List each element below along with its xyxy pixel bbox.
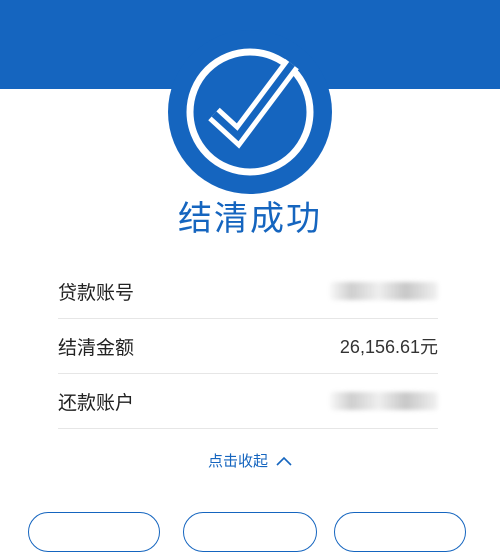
detail-row-repayment-account: 还款账户 — [58, 374, 438, 429]
collapse-label: 点击收起 — [207, 452, 268, 470]
success-badge — [168, 30, 332, 194]
detail-label: 还款账户 — [58, 391, 135, 414]
masked-loan-account-value — [330, 282, 438, 300]
settled-amount-value: 26,156.61元 — [339, 337, 438, 357]
action-button-2[interactable] — [183, 512, 317, 552]
detail-list: 贷款账号 结清金额 26,156.61元 还款账户 — [58, 264, 438, 429]
check-circle-icon — [186, 48, 314, 176]
detail-row-loan-account: 贷款账号 — [58, 264, 438, 319]
chevron-up-icon — [276, 456, 292, 466]
masked-repayment-account-value — [330, 392, 438, 410]
collapse-toggle[interactable]: 点击收起 — [0, 450, 500, 471]
action-button-3[interactable] — [334, 512, 466, 552]
detail-label: 结清金额 — [58, 336, 135, 359]
result-title: 结清成功 — [178, 199, 322, 239]
detail-row-settled-amount: 结清金额 26,156.61元 — [58, 319, 438, 374]
action-button-1[interactable] — [28, 512, 160, 552]
detail-label: 贷款账号 — [58, 281, 135, 304]
